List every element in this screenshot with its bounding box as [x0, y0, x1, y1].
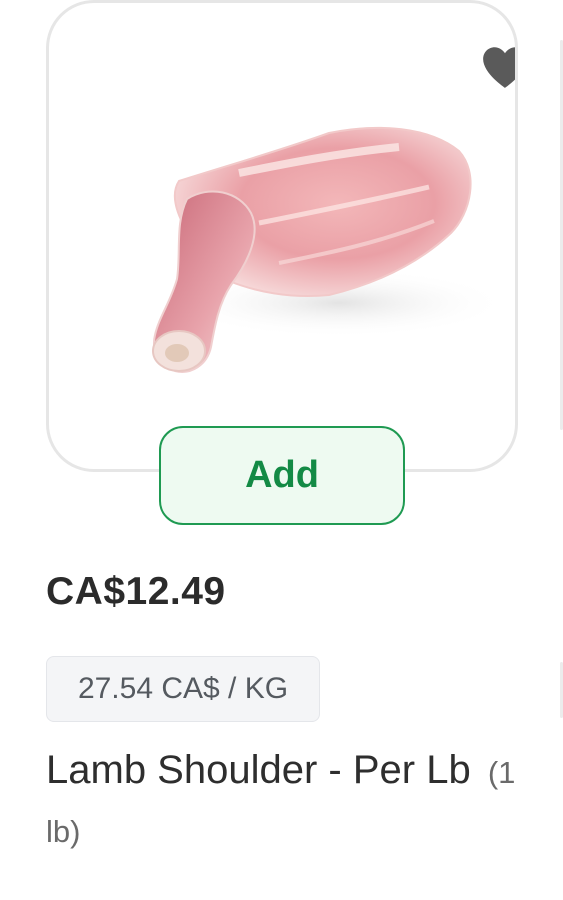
favorite-button[interactable] — [479, 43, 518, 91]
unit-price-badge: 27.54 CA$ / KG — [46, 656, 320, 722]
product-price: CA$12.49 — [46, 570, 226, 613]
product-tile: Add CA$12.49 27.54 CA$ / KG Lamb Shoulde… — [0, 0, 563, 900]
unit-price-text: 27.54 CA$ / KG — [77, 672, 289, 705]
heart-icon[interactable] — [480, 44, 518, 90]
product-image[interactable] — [79, 103, 499, 413]
product-name-text[interactable]: Lamb Shoulder - Per Lb — [46, 748, 471, 792]
product-name[interactable]: Lamb Shoulder - Per Lb (1 lb) — [46, 742, 526, 860]
add-to-cart-button[interactable]: Add — [159, 426, 405, 525]
product-image-card[interactable] — [46, 0, 518, 472]
